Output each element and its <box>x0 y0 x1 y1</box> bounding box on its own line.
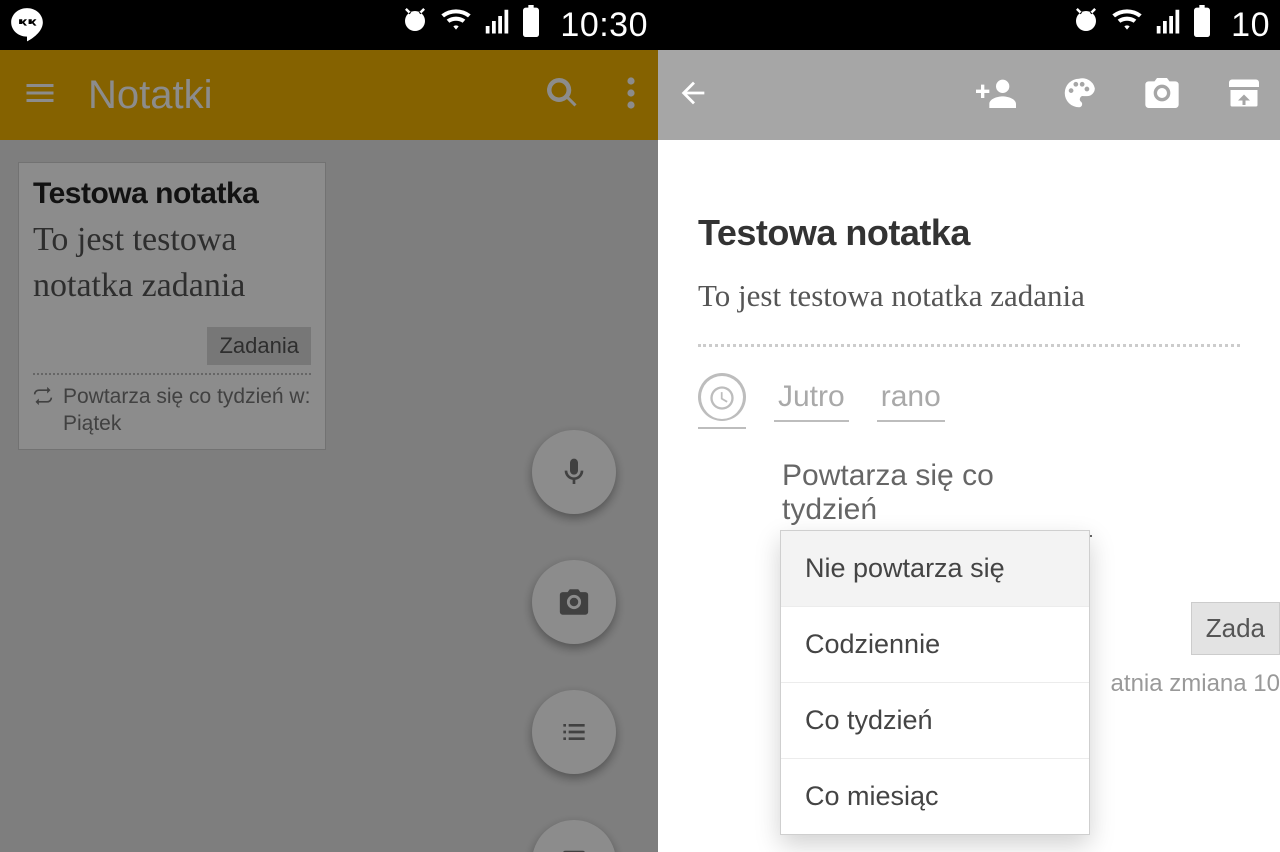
palette-icon[interactable] <box>1060 74 1098 117</box>
status-bar: 10:30 <box>0 0 658 50</box>
reminder-row: Jutro rano <box>698 373 1240 429</box>
fab-note[interactable] <box>532 820 616 852</box>
back-icon[interactable] <box>676 76 710 115</box>
repeat-dropdown-trigger[interactable]: Powtarza się co tydzień <box>782 453 1092 537</box>
archive-icon[interactable] <box>1226 75 1262 116</box>
alarm-icon <box>400 6 430 45</box>
fab-list[interactable] <box>532 690 616 774</box>
status-time: 10 <box>1231 6 1270 45</box>
clock-icon <box>698 373 746 421</box>
add-person-icon[interactable] <box>976 73 1016 118</box>
dropdown-option[interactable]: Co tydzień <box>781 683 1089 759</box>
note-editor-screen: Testowa notatka To jest testowa notatka … <box>658 50 1280 852</box>
fab-column <box>532 430 616 852</box>
fab-voice[interactable] <box>532 430 616 514</box>
keep-list-screen: Notatki Testowa notatka To jest testowa … <box>0 50 658 852</box>
camera-icon[interactable] <box>1142 73 1182 118</box>
wifi-icon <box>1111 5 1143 46</box>
note-body: To jest testowa notatka zadania <box>33 217 311 309</box>
note-title: Testowa notatka <box>33 177 311 211</box>
app-title: Notatki <box>88 73 514 118</box>
wifi-icon <box>440 5 472 46</box>
note-card[interactable]: Testowa notatka To jest testowa notatka … <box>18 162 326 450</box>
note-repeat: Powtarza się co tydzień w: Piątek <box>33 383 311 438</box>
note-tag[interactable]: Zadania <box>207 327 311 365</box>
menu-icon[interactable] <box>22 75 58 116</box>
screenshot-right: 10 Testowa notatka To jest testowa notat… <box>658 0 1280 852</box>
alarm-icon <box>1071 6 1101 45</box>
overflow-icon[interactable] <box>626 75 636 116</box>
dropdown-option[interactable]: Codziennie <box>781 607 1089 683</box>
editor-toolbar <box>658 50 1280 140</box>
reminder-type-time[interactable] <box>698 373 746 429</box>
reminder-time[interactable]: rano <box>877 380 945 422</box>
dropdown-option[interactable]: Co miesiąc <box>781 759 1089 834</box>
screenshot-left: 10:30 Notatki Testowa notatka To jest te… <box>0 0 658 852</box>
battery-icon <box>522 5 540 46</box>
status-bar: 10 <box>658 0 1280 50</box>
note-title-input[interactable]: Testowa notatka <box>698 212 1240 254</box>
dropdown-option[interactable]: Nie powtarza się <box>781 531 1089 607</box>
repeat-dropdown-menu: Nie powtarza się Codziennie Co tydzień C… <box>780 530 1090 835</box>
keep-toolbar: Notatki <box>0 50 658 140</box>
signal-icon <box>1153 6 1183 45</box>
reminder-day[interactable]: Jutro <box>774 380 849 422</box>
search-icon[interactable] <box>544 75 580 116</box>
battery-icon <box>1193 5 1211 46</box>
note-tag[interactable]: Zada <box>1191 602 1280 655</box>
signal-icon <box>482 6 512 45</box>
hangouts-icon <box>8 5 46 52</box>
last-changed-text: atnia zmiana 10 <box>1111 670 1280 698</box>
fab-camera[interactable] <box>532 560 616 644</box>
status-time: 10:30 <box>560 6 648 45</box>
note-body-input[interactable]: To jest testowa notatka zadania <box>698 278 1240 314</box>
